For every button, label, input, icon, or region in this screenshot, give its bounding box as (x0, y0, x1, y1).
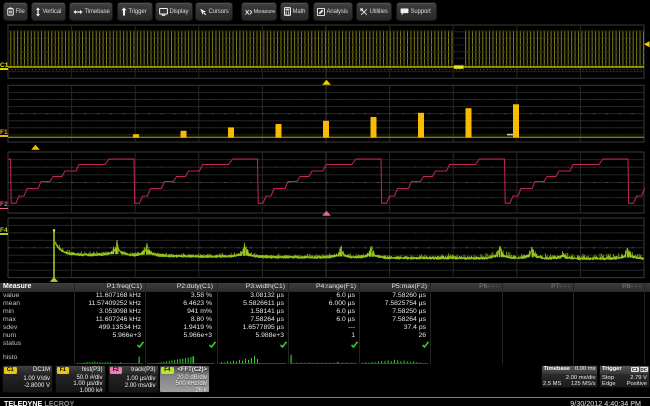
svg-text:XX: XX (245, 9, 252, 15)
